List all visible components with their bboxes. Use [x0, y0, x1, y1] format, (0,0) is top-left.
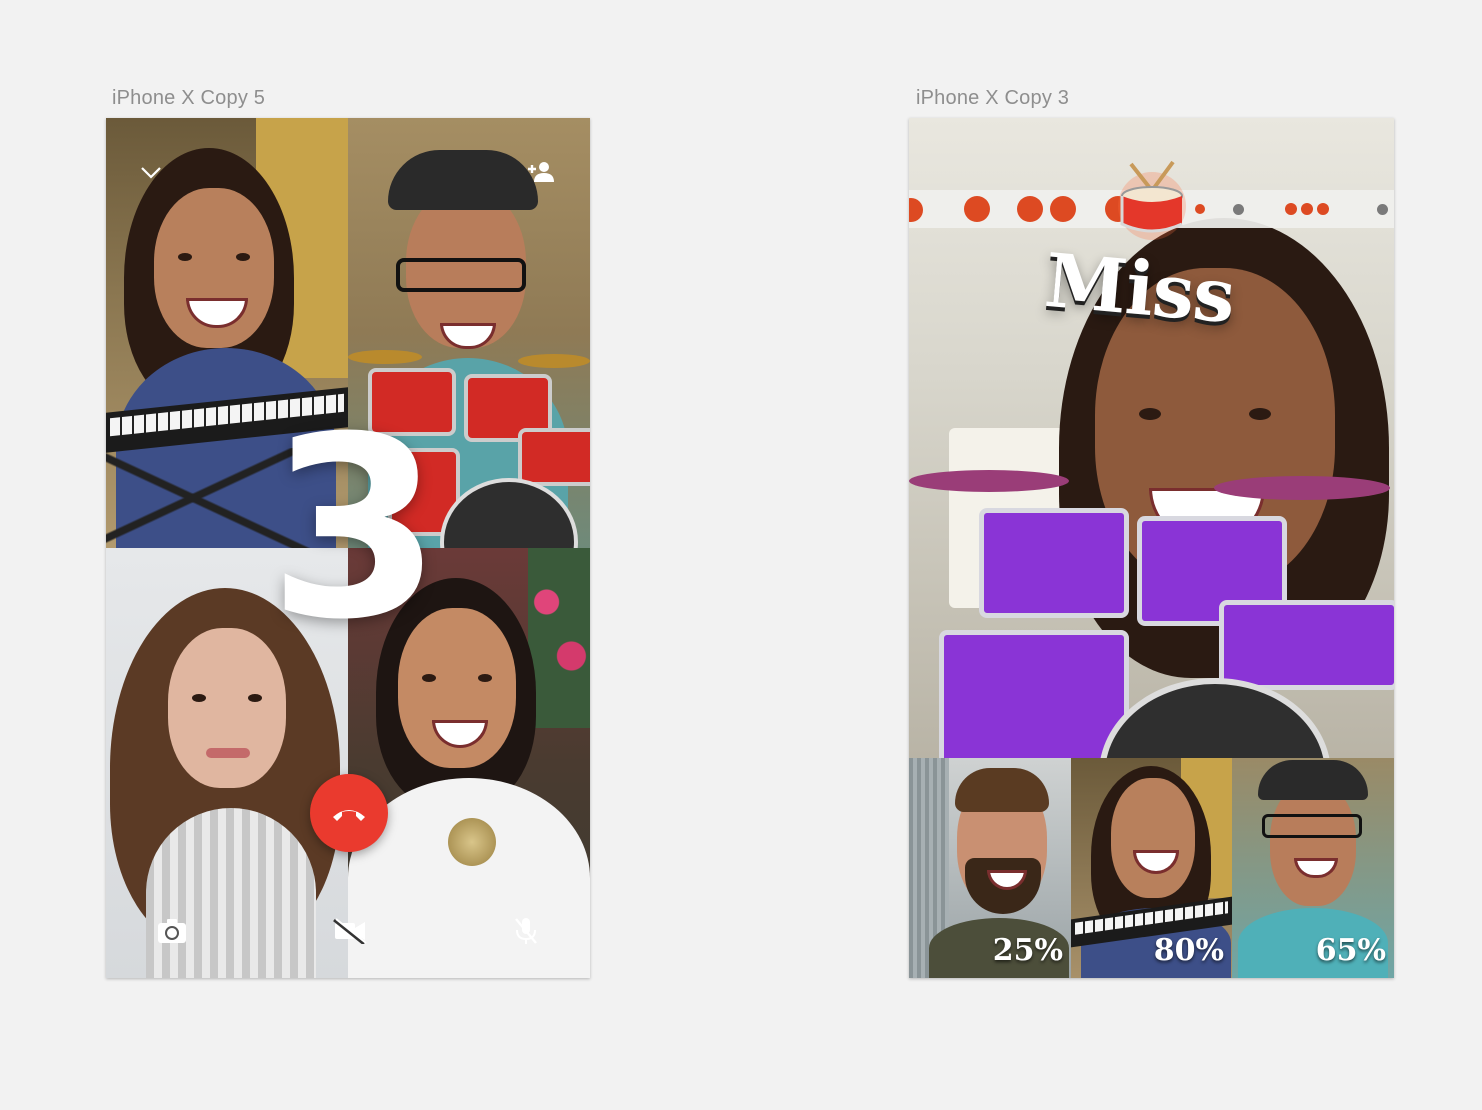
- video-off-button[interactable]: [330, 914, 370, 948]
- note: [1285, 203, 1297, 215]
- mic-off-icon: [515, 918, 537, 944]
- cymbal: [348, 350, 422, 364]
- note: [1195, 204, 1205, 214]
- countdown-number: 3: [268, 383, 442, 674]
- participant-thumbnail[interactable]: 65%: [1232, 758, 1394, 978]
- flip-camera-button[interactable]: [154, 914, 190, 948]
- end-call-icon: [333, 810, 365, 821]
- add-person-icon[interactable]: [520, 156, 560, 188]
- cymbal: [909, 470, 1069, 492]
- glasses: [396, 258, 526, 292]
- artboard-label: iPhone X Copy 5: [112, 87, 266, 109]
- bass-drum: [1099, 678, 1331, 758]
- drum-game-screen: Miss 25% 80% 65%: [909, 118, 1394, 978]
- note: [1377, 204, 1388, 215]
- hit-feedback: Miss: [1041, 237, 1238, 341]
- drum-icon: [1117, 158, 1187, 240]
- shirt: [146, 808, 316, 978]
- note: [909, 198, 923, 222]
- note: [964, 196, 990, 222]
- note: [1233, 204, 1244, 215]
- drum: [939, 630, 1129, 758]
- face: [1111, 778, 1195, 898]
- note: [1301, 203, 1313, 215]
- score-label: 65%: [1315, 933, 1386, 968]
- flip-camera-icon: [158, 919, 186, 943]
- chevron-down-icon[interactable]: [134, 158, 168, 188]
- mic-off-button[interactable]: [508, 914, 544, 948]
- score-label: 80%: [1153, 933, 1224, 968]
- note: [1017, 196, 1043, 222]
- cymbal: [1214, 476, 1390, 500]
- drum: [979, 508, 1129, 618]
- note: [1050, 196, 1076, 222]
- face: [1270, 782, 1356, 906]
- necklace-pendant: [448, 818, 496, 866]
- note: [1317, 203, 1329, 215]
- flowers: [528, 548, 590, 728]
- video-call-screen: 3: [106, 118, 590, 978]
- cap: [388, 150, 538, 210]
- drum: [1219, 600, 1394, 690]
- video-off-icon: [333, 918, 367, 944]
- score-label: 25%: [992, 933, 1063, 968]
- end-call-button[interactable]: [310, 774, 388, 852]
- artboard-label: iPhone X Copy 3: [916, 87, 1070, 109]
- drum: [518, 428, 590, 486]
- cymbal: [518, 354, 590, 368]
- participant-thumbnail[interactable]: 80%: [1071, 758, 1232, 978]
- participant-thumbnail[interactable]: 25%: [909, 758, 1071, 978]
